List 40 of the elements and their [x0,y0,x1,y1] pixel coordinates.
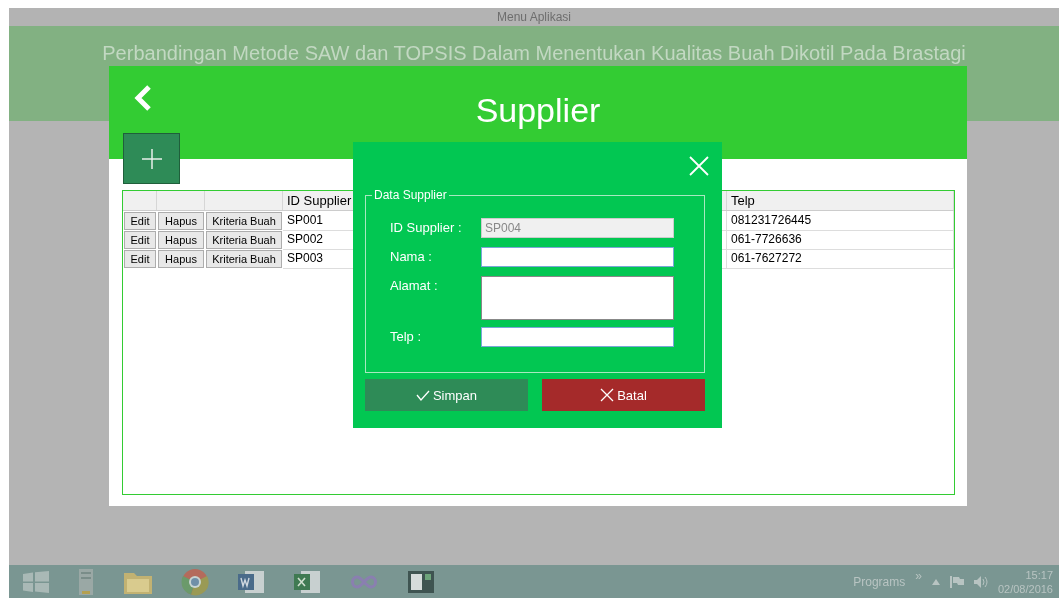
speaker-icon[interactable] [973,575,988,588]
field-label: Nama : [390,248,433,266]
headline: Perbandingan Metode SAW dan TOPSIS Dalam Menentukan Kualitas Buah Dikotil Pada Brastagi [102,42,966,66]
table-cell: 061-7726636 [727,230,954,250]
row-action-button[interactable]: Kriteria Buah [206,212,282,230]
window-title: Menu Aplikasi [9,8,1059,26]
header-cell: Telp [727,191,954,210]
close-icon [600,388,615,402]
row-action-button[interactable]: Edit [124,231,156,249]
row-action-button[interactable]: Edit [124,250,156,268]
table-cell: 081231726445 [727,211,954,231]
chrome-icon[interactable] [181,567,209,596]
back-icon[interactable] [133,84,153,112]
field-label: Alamat : [390,277,439,295]
server-icon[interactable] [77,567,95,596]
plus-icon [141,148,162,169]
group-title: Data Supplier [372,188,449,202]
window-heading: Supplier [475,91,601,130]
flag-icon[interactable] [949,575,964,588]
input-field[interactable] [481,247,674,267]
excel-icon[interactable] [293,568,321,595]
input-field[interactable] [481,327,674,347]
address-field[interactable] [481,276,674,320]
row-action-button[interactable]: Kriteria Buah [206,250,282,268]
row-action-button[interactable]: Hapus [158,212,204,230]
close-icon[interactable] [689,156,709,176]
window-app-icon[interactable] [407,569,435,594]
row-action-button[interactable]: Hapus [158,250,204,268]
word-icon[interactable] [237,568,265,595]
add-button[interactable] [123,133,180,184]
table-cell: 061-7627272 [727,249,954,269]
row-action-button[interactable]: Hapus [158,231,204,249]
row-action-button[interactable]: Edit [124,212,156,230]
field-label: Telp : [390,328,423,346]
check-icon [415,389,430,401]
up-arrow-icon[interactable] [931,578,940,585]
cancel-button[interactable]: Batal [542,379,705,411]
save-button[interactable]: Simpan [365,379,528,411]
windows-start-icon[interactable] [23,570,49,593]
row-action-button[interactable]: Kriteria Buah [206,231,282,249]
